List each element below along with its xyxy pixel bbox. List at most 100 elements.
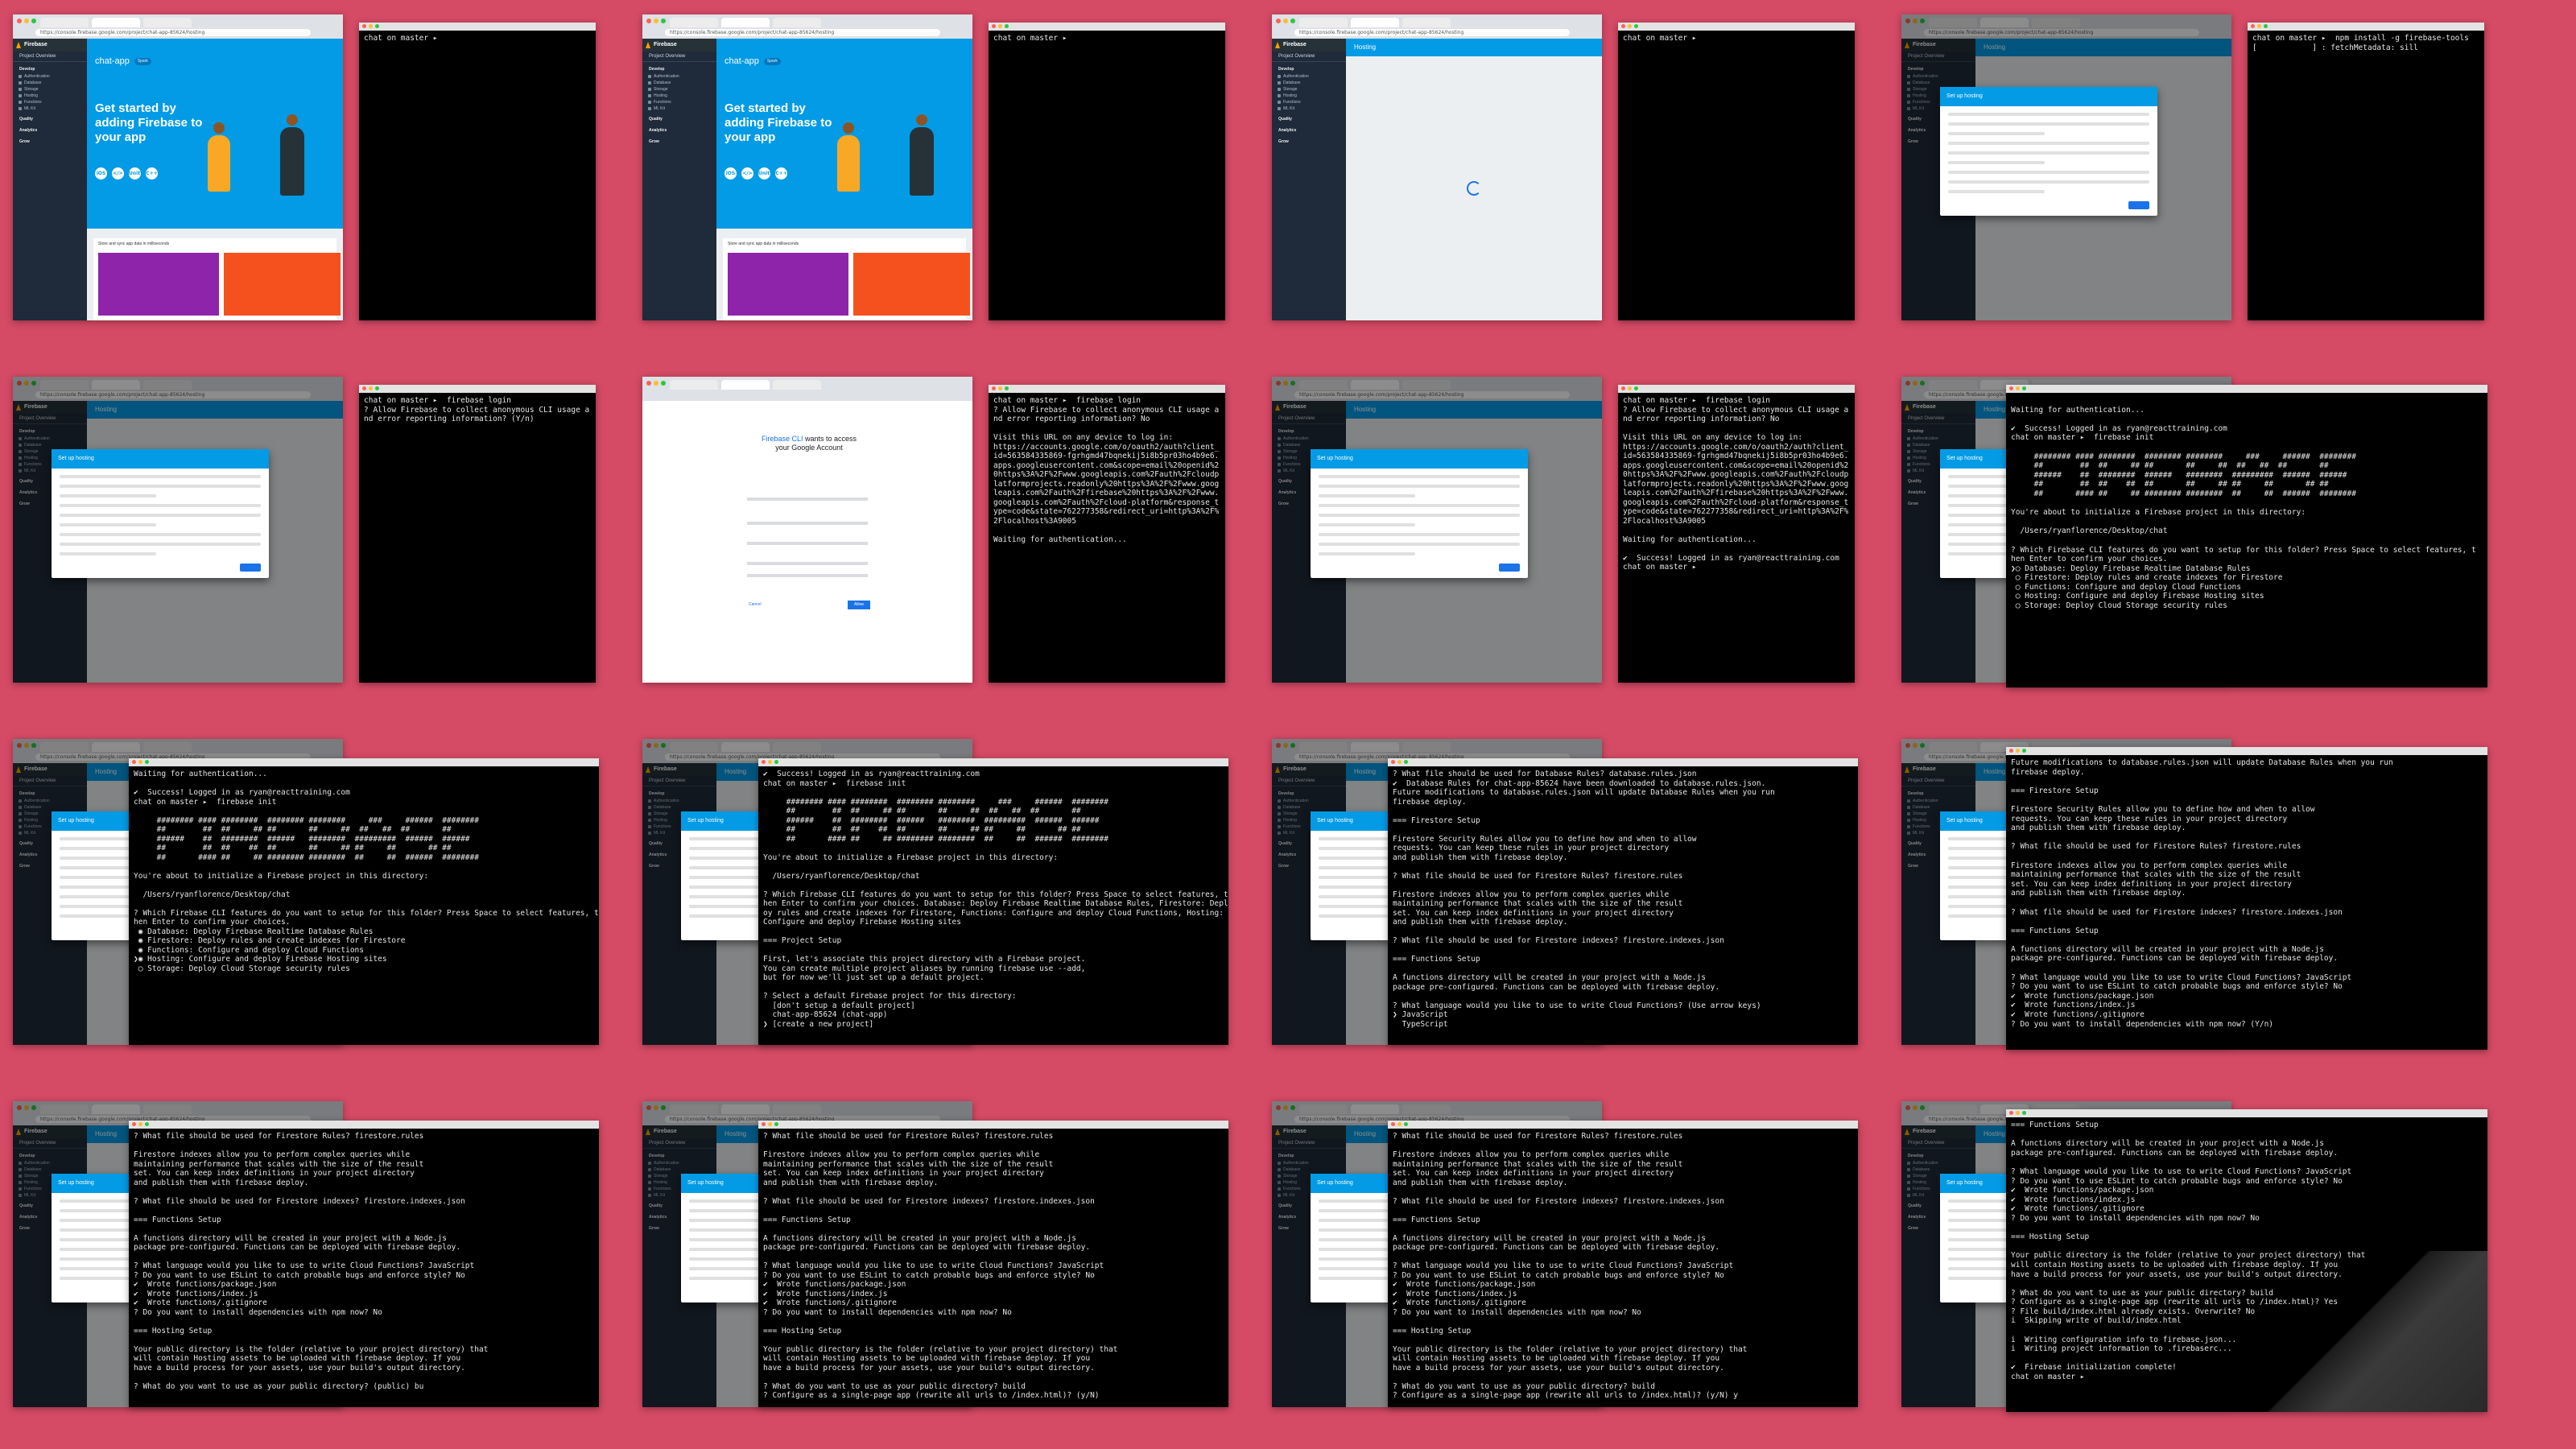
quality-group-label[interactable]: Quality [1272,115,1346,123]
terminal-titlebar [129,758,599,766]
window-controls[interactable] [1391,760,1408,764]
database-card[interactable]: Store and sync app data in milliseconds [723,238,970,320]
analytics-group-label[interactable]: Analytics [642,126,716,134]
frame-tile: https://console.firebase.google.com/proj… [0,374,605,696]
firebase-logo[interactable]: Firebase [13,39,87,52]
terminal-window[interactable]: ✔ Success! Logged in as ryan@reacttraini… [758,758,1228,1045]
dialog-text-line [60,533,261,536]
terminal-window[interactable]: Future modifications to database.rules.j… [2006,747,2487,1050]
platform-icon[interactable]: C++ [775,167,787,180]
sidebar-item[interactable]: Database [1272,80,1346,86]
sidebar-item[interactable]: Database [13,80,87,86]
terminal-window[interactable]: chat on master ▸ [989,23,1225,320]
grow-group-label[interactable]: Grow [13,138,87,146]
sidebar-item[interactable]: Storage [13,86,87,93]
sidebar-item[interactable]: Hosting [1272,93,1346,99]
window-controls[interactable] [992,386,1009,390]
terminal-window[interactable]: chat on master ▸ npm install -g firebase… [2248,23,2484,320]
browser-tabs[interactable] [670,380,821,390]
window-controls[interactable] [362,24,379,28]
platform-icon[interactable]: iOS [724,167,737,180]
quality-group-label[interactable]: Quality [642,115,716,123]
terminal-window[interactable]: ? What file should be used for Firestore… [1388,1121,1858,1407]
dialog-next-button[interactable] [2128,201,2149,209]
terminal-window[interactable]: chat on master ▸ firebase login ? Allow … [989,385,1225,683]
window-controls[interactable] [646,19,666,23]
sidebar-item[interactable]: Authentication [1272,73,1346,80]
platform-icon[interactable]: </> [112,167,124,180]
grow-group-label[interactable]: Grow [1272,138,1346,146]
address-bar[interactable]: https://console.firebase.google.com/proj… [1294,29,1570,36]
address-bar[interactable]: https://console.firebase.google.com/proj… [665,29,940,36]
sidebar-item[interactable]: Functions [1272,99,1346,105]
terminal-window[interactable]: chat on master ▸ firebase login ? Allow … [359,385,596,683]
firebase-logo[interactable]: Firebase [642,39,716,52]
sidebar-item[interactable]: Storage [1272,86,1346,93]
terminal-window[interactable]: Waiting for authentication... ✔ Success!… [129,758,599,1045]
firebase-logo[interactable]: Firebase [1272,39,1346,52]
window-controls[interactable] [1391,1122,1408,1126]
browser-tabs[interactable] [40,18,192,27]
project-overview-link[interactable]: Project Overview [642,52,716,62]
platform-icon[interactable]: </> [741,167,753,180]
sidebar-item[interactable]: Database [642,80,716,86]
illustration-head [843,122,854,134]
sidebar-item[interactable]: Functions [13,99,87,105]
project-overview-link[interactable]: Project Overview [1272,52,1346,62]
sidebar-item[interactable]: Hosting [642,93,716,99]
sidebar-item[interactable]: ML Kit [642,105,716,112]
window-controls[interactable] [17,19,36,23]
window-controls[interactable] [646,381,666,386]
terminal-window[interactable]: ? What file should be used for Database … [1388,758,1858,1045]
sidebar-item[interactable]: Hosting [13,93,87,99]
terminal-window[interactable]: chat on master ▸ firebase login ? Allow … [1618,385,1855,683]
quality-group-label[interactable]: Quality [13,115,87,123]
product-cards: Store and sync app data in milliseconds [87,229,343,320]
sidebar-item[interactable]: ML Kit [13,105,87,112]
window-controls[interactable] [762,1122,778,1126]
terminal-window[interactable]: === Functions Setup A functions director… [2006,1109,2487,1412]
terminal-window[interactable]: Waiting for authentication... ✔ Success!… [2006,385,2487,687]
plan-badge[interactable]: Spark [763,57,781,65]
database-card[interactable]: Store and sync app data in milliseconds [93,238,341,320]
platform-icon[interactable]: C++ [146,167,158,180]
window-controls[interactable] [2251,24,2268,28]
dialog-next-button[interactable] [240,564,261,572]
platform-icon[interactable]: iOS [95,167,107,180]
terminal-window[interactable]: ? What file should be used for Firestore… [129,1121,599,1407]
sidebar-item[interactable]: Functions [642,99,716,105]
window-controls[interactable] [132,1122,149,1126]
window-controls[interactable] [992,24,1009,28]
window-controls[interactable] [1621,24,1638,28]
sidebar-item[interactable]: Authentication [642,73,716,80]
window-controls[interactable] [132,760,149,764]
window-controls[interactable] [762,760,778,764]
window-controls[interactable] [2009,1111,2026,1115]
app-title: chat-app Spark [95,56,151,66]
sidebar-item[interactable]: Authentication [13,73,87,80]
platform-icon[interactable]: Unity [758,167,773,180]
plan-badge[interactable]: Spark [134,57,151,65]
sidebar-item[interactable]: Storage [642,86,716,93]
window-controls[interactable] [1276,19,1295,23]
analytics-group-label[interactable]: Analytics [1272,126,1346,134]
browser-tabs[interactable] [1299,18,1451,27]
cancel-button[interactable]: Cancel [749,602,762,607]
window-controls[interactable] [362,386,379,390]
window-controls[interactable] [1621,386,1638,390]
platform-icon[interactable]: Unity [129,167,143,180]
analytics-group-label[interactable]: Analytics [13,126,87,134]
grow-group-label[interactable]: Grow [642,138,716,146]
terminal-window[interactable]: chat on master ▸ [359,23,596,320]
address-bar[interactable]: https://console.firebase.google.com/proj… [35,29,311,36]
terminal-window[interactable]: ? What file should be used for Firestore… [758,1121,1228,1407]
allow-button[interactable]: Allow [848,601,870,609]
terminal-window[interactable]: chat on master ▸ [1618,23,1855,320]
sidebar-item[interactable]: ML Kit [1272,105,1346,112]
terminal-output: chat on master ▸ [1623,34,1702,43]
dialog-next-button[interactable] [1499,564,1520,572]
window-controls[interactable] [2009,749,2026,753]
window-controls[interactable] [2009,386,2026,390]
browser-tabs[interactable] [670,18,821,27]
project-overview-link[interactable]: Project Overview [13,52,87,62]
